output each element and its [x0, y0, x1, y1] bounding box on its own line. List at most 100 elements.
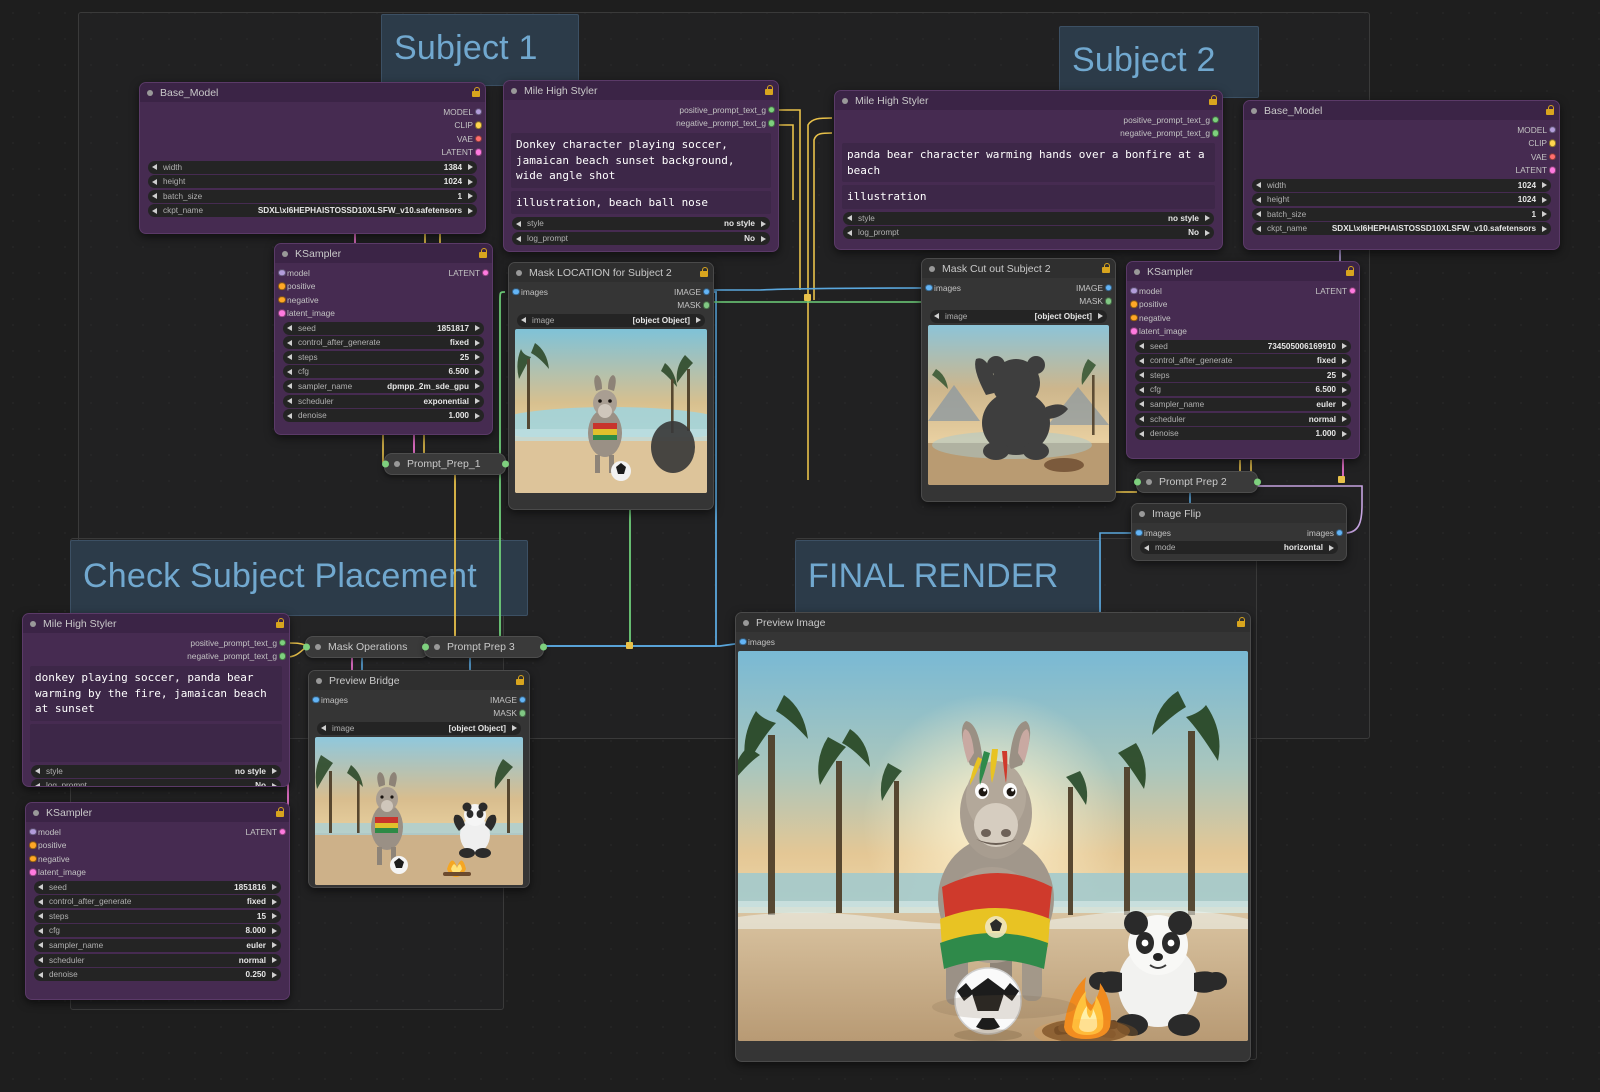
decrement-arrow-icon[interactable]: [35, 768, 40, 774]
node-prompt-prep-3[interactable]: Prompt Prep 3: [424, 636, 544, 658]
mask-cutout-preview-image[interactable]: [928, 325, 1109, 485]
widget-value[interactable]: 1851816: [234, 883, 277, 892]
node-header[interactable]: Mile High Styler: [835, 91, 1222, 110]
slot-dot-latent[interactable]: [1549, 167, 1557, 175]
reroute-point[interactable]: [804, 294, 811, 301]
input-dot[interactable]: [422, 644, 429, 651]
group-title-subject-2[interactable]: Subject 2: [1059, 26, 1259, 98]
increment-arrow-icon[interactable]: [468, 208, 473, 214]
decrement-arrow-icon[interactable]: [1256, 211, 1261, 217]
widget-batch-size[interactable]: batch_size 1: [148, 190, 477, 203]
widget-denoise[interactable]: denoise 0.250: [34, 968, 281, 981]
slot-dot-model[interactable]: [278, 269, 286, 277]
slot-dot-image[interactable]: [925, 284, 933, 292]
decrement-arrow-icon[interactable]: [1256, 226, 1261, 232]
slot-dot-image[interactable]: [312, 696, 320, 704]
node-collapse-dot[interactable]: [33, 810, 39, 816]
slot-dot-image[interactable]: [739, 638, 747, 646]
increment-arrow-icon[interactable]: [1205, 230, 1210, 236]
increment-arrow-icon[interactable]: [475, 383, 480, 389]
decrement-arrow-icon[interactable]: [152, 208, 157, 214]
slot-dot-string[interactable]: [279, 653, 287, 661]
widget-steps[interactable]: steps 25: [283, 351, 484, 364]
decrement-arrow-icon[interactable]: [38, 913, 43, 919]
group-title-final-render[interactable]: FINAL RENDER: [795, 540, 1101, 616]
widget-log-prompt[interactable]: log_prompt No: [843, 226, 1214, 239]
decrement-arrow-icon[interactable]: [35, 783, 40, 787]
output-slot-mask[interactable]: MASK: [309, 707, 529, 721]
node-collapse-dot[interactable]: [147, 90, 153, 96]
decrement-arrow-icon[interactable]: [287, 369, 292, 375]
slot-dot-model[interactable]: [29, 828, 37, 836]
lock-icon[interactable]: [516, 675, 524, 685]
widget-log-prompt[interactable]: log_prompt No: [512, 232, 770, 245]
slot-dot-mask[interactable]: [1105, 298, 1113, 306]
input-slot-negative[interactable]: negative: [26, 852, 289, 866]
node-header[interactable]: Image Flip: [1132, 504, 1346, 523]
input-slot-positive[interactable]: positive: [275, 280, 492, 294]
input-dot[interactable]: [382, 461, 389, 468]
node-mask-cutout-subject-2[interactable]: Mask Cut out Subject 2 images IMAGE MASK…: [921, 258, 1116, 502]
slot-dot-image-out[interactable]: [1336, 529, 1344, 537]
output-slot-model[interactable]: MODEL: [1244, 123, 1559, 137]
increment-arrow-icon[interactable]: [1342, 372, 1347, 378]
reroute-point[interactable]: [1338, 476, 1345, 483]
slot-dot-vae[interactable]: [1549, 153, 1557, 161]
mask-location-preview-image[interactable]: [515, 329, 707, 493]
widget-denoise[interactable]: denoise 1.000: [1135, 427, 1351, 440]
widget-height[interactable]: height 1024: [1252, 193, 1551, 206]
positive-prompt-textarea[interactable]: panda bear character warming hands over …: [842, 143, 1215, 182]
node-mile-high-styler-3[interactable]: Mile High Styler positive_prompt_text_g …: [22, 613, 290, 787]
widget-image[interactable]: image [object Object]: [517, 314, 705, 327]
widget-ckpt-name[interactable]: ckpt_name SDXL\xl6HEPHAISTOSSD10XLSFW_v1…: [1252, 222, 1551, 235]
node-collapse-dot[interactable]: [1251, 108, 1257, 114]
widget-seed[interactable]: seed 1851817: [283, 322, 484, 335]
increment-arrow-icon[interactable]: [475, 325, 480, 331]
output-slot-clip[interactable]: CLIP: [1244, 137, 1559, 151]
widget-mode[interactable]: mode horizontal: [1140, 541, 1338, 554]
slot-dot-conditioning[interactable]: [278, 296, 286, 304]
widget-value[interactable]: no style: [235, 767, 277, 776]
increment-arrow-icon[interactable]: [1098, 313, 1103, 319]
widget-control-after-generate[interactable]: control_after_generate fixed: [1135, 354, 1351, 367]
node-collapse-dot[interactable]: [315, 644, 321, 650]
lock-icon[interactable]: [700, 267, 708, 277]
increment-arrow-icon[interactable]: [272, 942, 277, 948]
slot-dot-conditioning[interactable]: [278, 283, 286, 291]
widget-sampler-name[interactable]: sampler_name euler: [1135, 398, 1351, 411]
node-collapse-dot[interactable]: [516, 270, 522, 276]
node-prompt-prep-1[interactable]: Prompt_Prep_1: [384, 453, 506, 475]
widget-seed[interactable]: seed 1851816: [34, 881, 281, 894]
decrement-arrow-icon[interactable]: [38, 942, 43, 948]
output-slot-negative-prompt[interactable]: negative_prompt_text_g: [835, 127, 1222, 141]
output-slot-model[interactable]: MODEL: [140, 105, 485, 119]
slot-dot-conditioning[interactable]: [29, 842, 37, 850]
increment-arrow-icon[interactable]: [475, 413, 480, 419]
node-collapse-dot[interactable]: [511, 88, 517, 94]
node-ksampler-3[interactable]: KSampler model LATENT positive negative: [25, 802, 290, 1000]
decrement-arrow-icon[interactable]: [38, 972, 43, 978]
preview-bridge-image[interactable]: [315, 737, 523, 885]
slot-dot-string[interactable]: [768, 106, 776, 114]
output-slot-latent[interactable]: LATENT: [140, 146, 485, 160]
node-header[interactable]: Mile High Styler: [504, 81, 778, 100]
widget-batch-size[interactable]: batch_size 1: [1252, 208, 1551, 221]
node-header[interactable]: KSampler: [275, 244, 492, 263]
lock-icon[interactable]: [765, 85, 773, 95]
node-prompt-prep-2[interactable]: Prompt Prep 2: [1136, 471, 1258, 493]
increment-arrow-icon[interactable]: [272, 957, 277, 963]
widget-value[interactable]: 1851817: [437, 324, 480, 333]
node-header[interactable]: Base_Model: [140, 83, 485, 102]
decrement-arrow-icon[interactable]: [38, 884, 43, 890]
slot-dot-latent[interactable]: [475, 149, 483, 157]
negative-prompt-textarea[interactable]: [30, 724, 282, 762]
lock-icon[interactable]: [1102, 263, 1110, 273]
node-collapse-dot[interactable]: [394, 461, 400, 467]
slot-dot-model[interactable]: [1130, 287, 1138, 295]
output-dot[interactable]: [540, 644, 547, 651]
widget-value[interactable]: SDXL\xl6HEPHAISTOSSD10XLSFW_v10.safetens…: [1332, 224, 1547, 233]
increment-arrow-icon[interactable]: [512, 725, 517, 731]
slot-dot-conditioning[interactable]: [29, 855, 37, 863]
node-mile-high-styler-2[interactable]: Mile High Styler positive_prompt_text_g …: [834, 90, 1223, 250]
slot-dot-mask[interactable]: [703, 302, 711, 310]
